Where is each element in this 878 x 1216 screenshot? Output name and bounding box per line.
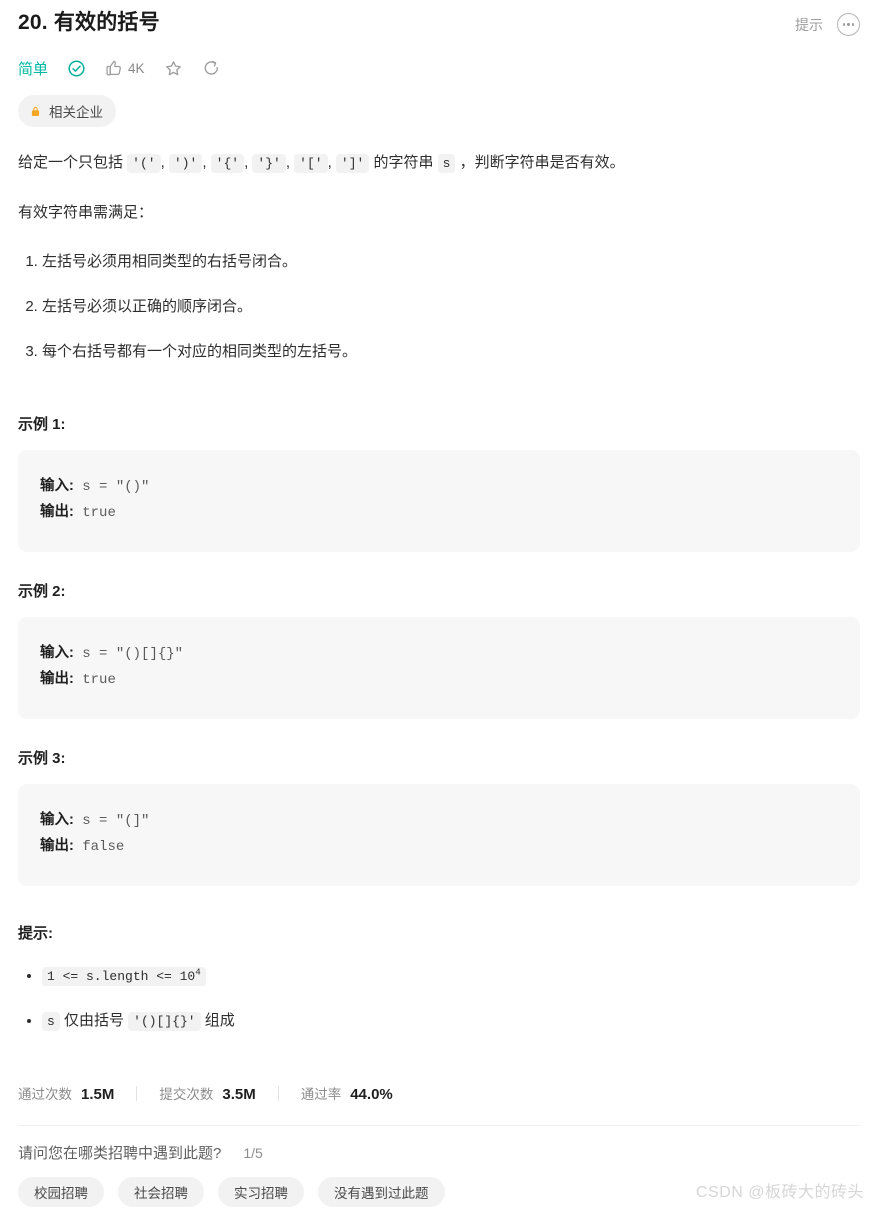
intro-suffix: ，判断字符串是否有效。	[455, 154, 625, 171]
survey-counter: 1/5	[243, 1145, 263, 1161]
stat-label: 通过次数	[18, 1087, 72, 1102]
output-value: true	[73, 505, 116, 521]
example-block: 示例 3: 输入: s = "(]" 输出: false	[18, 747, 860, 886]
constraint-charset-code: '()[]{}'	[128, 1012, 201, 1031]
rules-list: 左括号必须用相同类型的右括号闭合。 左括号必须以正确的顺序闭合。 每个右括号都有…	[18, 248, 860, 365]
inline-code-paren-close: ')'	[168, 154, 203, 173]
example-block: 示例 1: 输入: s = "()" 输出: true	[18, 413, 860, 552]
example-block: 示例 2: 输入: s = "()[]{}" 输出: true	[18, 580, 860, 719]
section-divider	[18, 1125, 860, 1126]
inline-code-paren-open: '('	[127, 154, 161, 173]
survey-options: 校园招聘 社会招聘 实习招聘 没有遇到过此题	[18, 1177, 860, 1207]
company-badge-row: 相关企业	[18, 95, 860, 127]
example-code: 输入: s = "(]" 输出: false	[18, 784, 860, 886]
inline-code-var-s: s	[437, 154, 456, 173]
like-count: 4K	[128, 60, 145, 76]
constraint-exponent: 4	[195, 966, 201, 978]
output-value: false	[73, 839, 125, 855]
related-companies-label: 相关企业	[49, 105, 103, 120]
survey-question-row: 请问您在哪类招聘中遇到此题? 1/5	[18, 1142, 860, 1163]
title-row: 20. 有效的括号 提示	[18, 0, 860, 38]
problem-content: 给定一个只包括 '(', ')', '{', '}', '[', ']' 的字符…	[18, 149, 860, 1207]
list-item: 每个右括号都有一个对应的相同类型的左括号。	[42, 338, 860, 365]
inline-code-bracket-open: '['	[294, 154, 328, 173]
list-item: 1 <= s.length <= 104	[42, 961, 860, 992]
inline-code-var-s: s	[42, 1012, 60, 1031]
constraint-length-text: 1 <= s.length <= 10	[47, 969, 196, 984]
constraints-title: 提示:	[18, 925, 53, 942]
list-item: 左括号必须用相同类型的右括号闭合。	[42, 248, 860, 275]
survey-question: 请问您在哪类招聘中遇到此题?	[18, 1145, 222, 1162]
output-label: 输出:	[40, 671, 74, 687]
example-title: 示例 3:	[18, 750, 66, 767]
intro-prefix: 给定一个只包括	[18, 154, 128, 171]
thumbs-up-icon	[106, 60, 121, 76]
lock-icon	[31, 106, 40, 116]
star-button[interactable]	[164, 59, 183, 78]
difficulty-label: 简单	[18, 60, 49, 78]
inline-code-brace-open: '{'	[210, 154, 245, 173]
input-value: s = "()[]{}"	[73, 646, 184, 662]
input-value: s = "(]"	[73, 813, 150, 829]
example-title: 示例 2:	[18, 583, 66, 600]
problem-page: 20. 有效的括号 提示 简单 4K 相关企业 给定一个只包括 '(' , ')…	[0, 0, 878, 1207]
share-icon	[204, 60, 218, 75]
output-label: 输出:	[40, 838, 74, 854]
input-label: 输入:	[40, 478, 74, 494]
inline-code-brace-close: '}'	[252, 154, 286, 173]
page-title: 20. 有效的括号	[18, 11, 160, 34]
output-value: true	[73, 672, 116, 688]
input-value: s = "()"	[73, 479, 150, 495]
constraint-mid-text: 仅由括号	[59, 1012, 129, 1029]
survey-option[interactable]: 没有遇到过此题	[318, 1177, 445, 1207]
stat-value: 1.5M	[81, 1086, 115, 1103]
stat-label: 提交次数	[159, 1087, 214, 1102]
related-companies-badge[interactable]: 相关企业	[18, 95, 116, 127]
list-item: s 仅由括号 '()[]{}' 组成	[42, 1006, 860, 1037]
stat-acceptance-rate: 通过率 44.0%	[301, 1083, 393, 1103]
requirement-lead: 有效字符串需满足：	[18, 204, 154, 221]
stat-submissions: 提交次数 3.5M	[159, 1083, 255, 1103]
constraints-list: 1 <= s.length <= 104 s 仅由括号 '()[]{}' 组成	[18, 961, 860, 1037]
stats-row: 通过次数 1.5M 提交次数 3.5M 通过率 44.0%	[18, 1083, 860, 1103]
meta-toolbar: 简单 4K	[18, 55, 860, 81]
stat-value: 44.0%	[350, 1086, 393, 1103]
thumbs-up-button[interactable]: 4K	[105, 59, 145, 77]
list-item: 左括号必须以正确的顺序闭合。	[42, 293, 860, 320]
intro-paragraph: 给定一个只包括 '(', ')', '{', '}', '[', ']' 的字符…	[18, 154, 625, 173]
constraint-length-code: 1 <= s.length <= 104	[42, 967, 206, 986]
ellipsis-circle-icon[interactable]	[837, 13, 860, 36]
example-title: 示例 1:	[18, 416, 66, 433]
inline-code-bracket-close: ']'	[335, 154, 370, 173]
header-actions: 提示	[795, 8, 860, 36]
ellipsis-dots	[842, 23, 855, 26]
input-label: 输入:	[40, 812, 74, 828]
stat-value: 3.5M	[222, 1086, 256, 1103]
intro-mid: 的字符串	[369, 154, 438, 171]
share-button[interactable]	[202, 59, 221, 78]
divider	[277, 1085, 279, 1101]
check-circle-icon[interactable]	[67, 59, 86, 78]
constraint-suffix-text: 组成	[200, 1012, 235, 1029]
stat-label: 通过率	[300, 1087, 342, 1102]
check-circle-glyph	[68, 59, 85, 77]
output-label: 输出:	[40, 504, 74, 520]
survey-option[interactable]: 社会招聘	[118, 1177, 204, 1207]
star-icon	[165, 60, 181, 75]
survey-option[interactable]: 校园招聘	[18, 1177, 104, 1207]
stat-accepted: 通过次数 1.5M	[18, 1083, 114, 1103]
divider	[136, 1085, 138, 1101]
hint-button[interactable]: 提示	[795, 15, 823, 35]
survey-section: 请问您在哪类招聘中遇到此题? 1/5 校园招聘 社会招聘 实习招聘 没有遇到过此…	[18, 1142, 860, 1207]
input-label: 输入:	[40, 645, 74, 661]
example-code: 输入: s = "()[]{}" 输出: true	[18, 617, 860, 719]
example-code: 输入: s = "()" 输出: true	[18, 450, 860, 552]
survey-option[interactable]: 实习招聘	[218, 1177, 304, 1207]
